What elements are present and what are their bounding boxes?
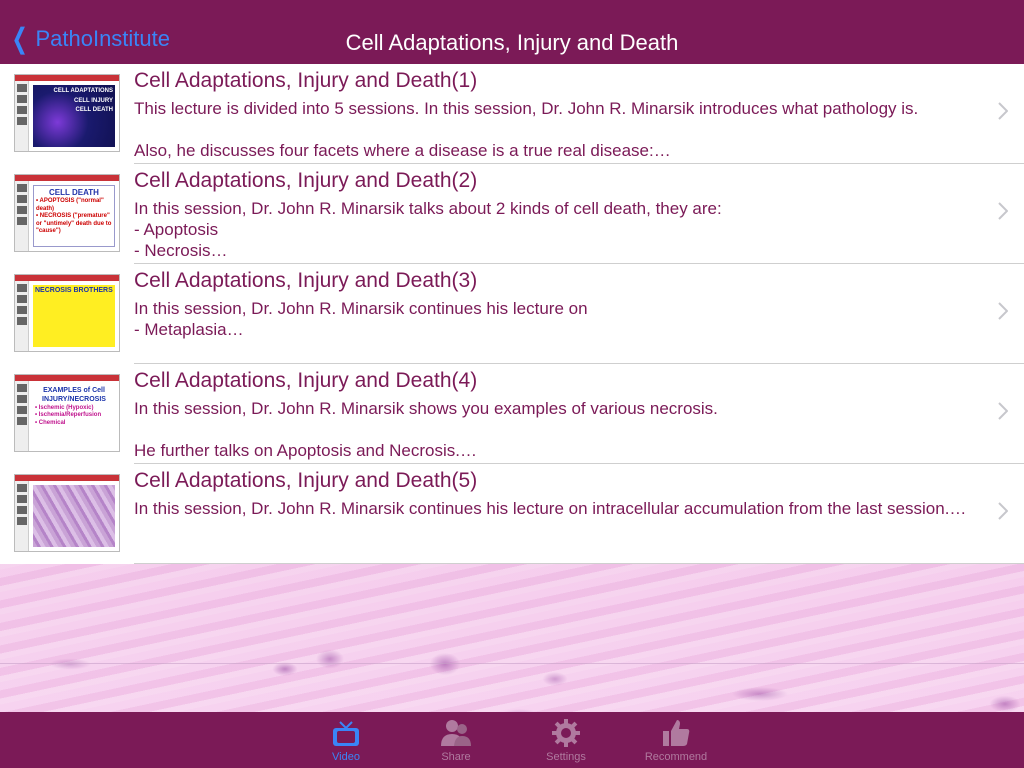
thumb-text: • NECROSIS ("premature" or "untimely" de… [36, 213, 112, 234]
list-item[interactable]: NECROSIS BROTHERS Cell Adaptations, Inju… [0, 264, 1024, 364]
lecture-thumbnail: CELL DEATH • APOPTOSIS ("normal" death) … [14, 174, 120, 252]
thumb-text: EXAMPLES of Cell INJURY/NECROSIS [42, 387, 106, 403]
tab-label: Settings [546, 751, 586, 763]
lecture-description: In this session, Dr. John R. Minarsik ta… [134, 199, 722, 260]
thumb-text: CELL INJURY [73, 97, 113, 104]
lecture-description: In this session, Dr. John R. Minarsik sh… [134, 399, 718, 460]
divider [0, 663, 1024, 664]
thumb-text: CELL ADAPTATIONS [53, 88, 113, 94]
lecture-description: This lecture is divided into 5 sessions.… [134, 99, 919, 160]
thumb-text: • APOPTOSIS ("normal" death) [36, 198, 104, 212]
people-icon [406, 716, 506, 750]
lecture-title: Cell Adaptations, Injury and Death(3) [134, 269, 478, 292]
lecture-description: In this session, Dr. John R. Minarsik co… [134, 499, 967, 518]
chevron-right-icon [998, 302, 1008, 320]
list-item[interactable]: CELL ADAPTATIONS CELL INJURY CELL DEATH … [0, 64, 1024, 164]
list-item[interactable]: EXAMPLES of Cell INJURY/NECROSIS • Ische… [0, 364, 1024, 464]
thumb-text: CELL DEATH [49, 188, 99, 197]
lecture-title: Cell Adaptations, Injury and Death(2) [134, 169, 478, 192]
lecture-thumbnail [14, 474, 120, 552]
tab-label: Recommend [644, 751, 708, 763]
tab-video[interactable]: Video [296, 716, 396, 768]
tab-recommend[interactable]: Recommend [626, 716, 726, 768]
lecture-description: In this session, Dr. John R. Minarsik co… [134, 299, 588, 339]
back-button[interactable]: ❮ PathoInstitute [8, 23, 171, 54]
list-item[interactable]: Cell Adaptations, Injury and Death(5) In… [0, 464, 1024, 564]
lecture-list: CELL ADAPTATIONS CELL INJURY CELL DEATH … [0, 64, 1024, 564]
tv-icon [296, 716, 396, 750]
tab-bar: Video Share Settings Recommend [0, 712, 1024, 768]
tab-label: Video [332, 751, 360, 763]
thumb-text: NECROSIS BROTHERS [35, 287, 113, 294]
back-button-label: PathoInstitute [35, 26, 171, 51]
thumb-text: CELL DEATH [75, 107, 113, 114]
lecture-thumbnail: CELL ADAPTATIONS CELL INJURY CELL DEATH [14, 74, 120, 152]
chevron-right-icon [998, 502, 1008, 520]
tab-share[interactable]: Share [406, 716, 506, 768]
chevron-right-icon [998, 402, 1008, 420]
gear-icon [516, 716, 616, 750]
chevron-right-icon [998, 102, 1008, 120]
lecture-title: Cell Adaptations, Injury and Death(1) [134, 69, 478, 92]
lecture-thumbnail: EXAMPLES of Cell INJURY/NECROSIS • Ische… [14, 374, 120, 452]
thumb-text: • Ischemia/Reperfusion [35, 412, 102, 418]
tab-label: Share [441, 751, 471, 763]
lecture-title: Cell Adaptations, Injury and Death(5) [134, 469, 478, 492]
thumb-text: • Chemical [35, 419, 66, 426]
chevron-right-icon [998, 202, 1008, 220]
thumbs-up-icon [626, 716, 726, 750]
list-item[interactable]: CELL DEATH • APOPTOSIS ("normal" death) … [0, 164, 1024, 264]
navigation-bar: ❮ PathoInstitute Cell Adaptations, Injur… [0, 0, 1024, 64]
lecture-thumbnail: NECROSIS BROTHERS [14, 274, 120, 352]
thumb-text: • Ischemic (Hypoxic) [35, 404, 94, 411]
lecture-title: Cell Adaptations, Injury and Death(4) [134, 369, 478, 392]
chevron-left-icon: ❮ [11, 23, 28, 54]
tab-settings[interactable]: Settings [516, 716, 616, 768]
